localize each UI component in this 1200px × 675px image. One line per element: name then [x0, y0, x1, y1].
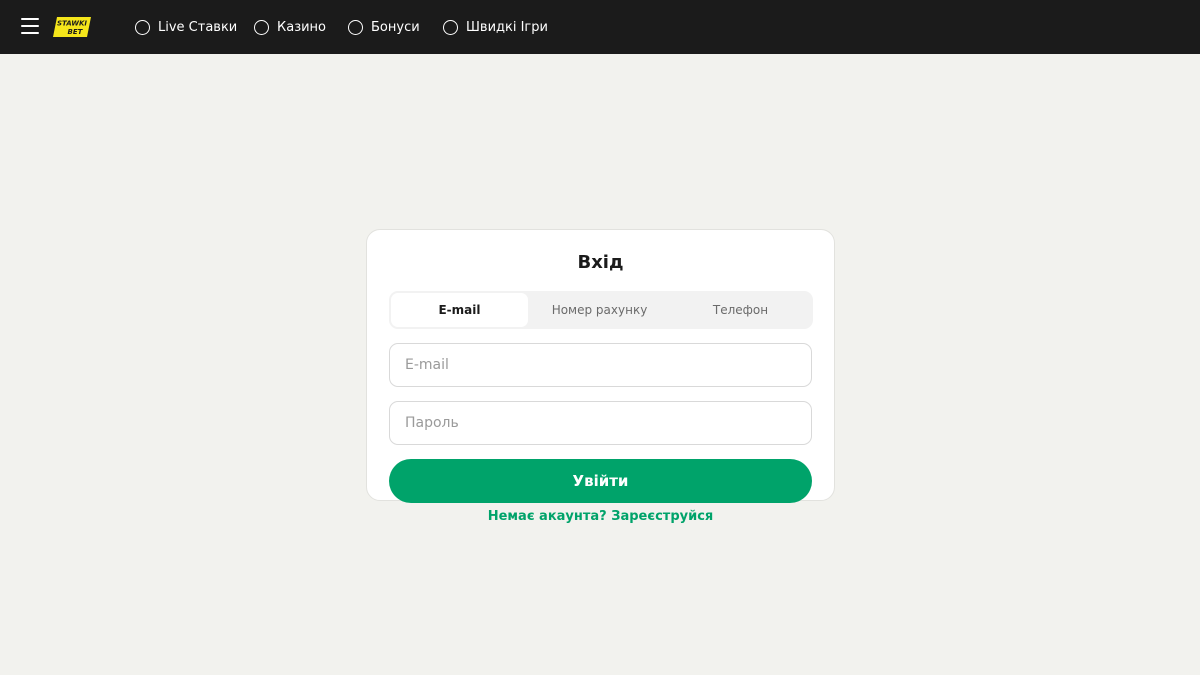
- circle-icon: [443, 19, 458, 35]
- email-field[interactable]: [389, 343, 812, 387]
- nav-item-live-bets[interactable]: Live Ставки: [135, 17, 237, 37]
- login-title: Вхід: [577, 252, 624, 273]
- circle-icon: [135, 19, 150, 35]
- nav-item-bonuses[interactable]: Бонуси: [348, 17, 420, 37]
- site-logo[interactable]: STAWKI BET: [53, 17, 91, 37]
- register-link[interactable]: Немає акаунта? Зареєструйся: [366, 509, 835, 524]
- circle-icon: [348, 19, 363, 35]
- password-field[interactable]: [389, 401, 812, 445]
- nav-item-label: Казино: [277, 19, 327, 35]
- login-method-tabs: E-mail Номер рахунку Телефон: [389, 291, 813, 329]
- nav-item-label: Live Ставки: [158, 19, 238, 35]
- tab-phone[interactable]: Телефон: [672, 293, 809, 327]
- logo-text-bottom: BET: [68, 28, 84, 36]
- tab-email[interactable]: E-mail: [391, 293, 528, 327]
- circle-icon: [254, 19, 269, 35]
- hamburger-icon[interactable]: [21, 18, 39, 34]
- login-button[interactable]: Увійти: [389, 459, 812, 503]
- nav-item-casino[interactable]: Казино: [254, 17, 326, 37]
- nav-item-fast-games[interactable]: Швидкі Ігри: [443, 17, 548, 37]
- logo-text-top: STAWKI: [57, 20, 87, 28]
- tab-account-number[interactable]: Номер рахунку: [531, 293, 668, 327]
- top-navigation-bar: STAWKI BET Live Ставки Казино Бонуси Шви…: [0, 0, 1200, 54]
- nav-item-label: Швидкі Ігри: [466, 19, 548, 35]
- nav-item-label: Бонуси: [371, 19, 420, 35]
